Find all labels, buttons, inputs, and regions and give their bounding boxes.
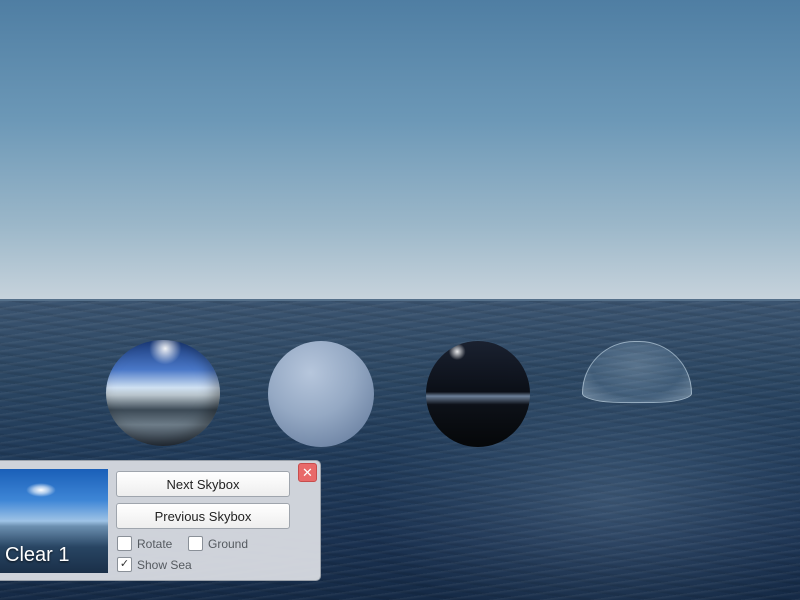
rotate-checkbox[interactable]	[117, 536, 132, 551]
ground-label: Ground	[208, 536, 249, 551]
rotate-label: Rotate	[137, 536, 173, 551]
close-icon: ✕	[302, 465, 313, 480]
close-button[interactable]: ✕	[298, 463, 317, 482]
show-sea-label: Show Sea	[137, 557, 192, 572]
show-sea-checkbox[interactable]: ✓	[117, 557, 132, 572]
next-skybox-button[interactable]: Next Skybox	[116, 471, 290, 497]
checkmark-icon: ✓	[119, 558, 130, 570]
skybox-name: Clear 1	[5, 544, 70, 566]
sky	[0, 0, 800, 300]
matte-white-sphere	[268, 341, 374, 447]
glossy-black-sphere	[426, 341, 530, 447]
sun-icon	[26, 483, 56, 497]
ground-checkbox[interactable]	[188, 536, 203, 551]
skybox-viewport: Clear 1 Next Skybox Previous Skybox ✕ Ro…	[0, 0, 800, 600]
show-sea-option[interactable]: ✓ Show Sea	[117, 557, 192, 572]
skybox-preview: Clear 1	[0, 469, 108, 573]
chrome-sphere	[106, 340, 220, 446]
rotate-option[interactable]: Rotate	[117, 536, 172, 551]
ground-option[interactable]: Ground	[188, 536, 248, 551]
previous-skybox-button[interactable]: Previous Skybox	[116, 503, 290, 529]
skybox-control-panel: Clear 1 Next Skybox Previous Skybox ✕ Ro…	[0, 460, 321, 581]
